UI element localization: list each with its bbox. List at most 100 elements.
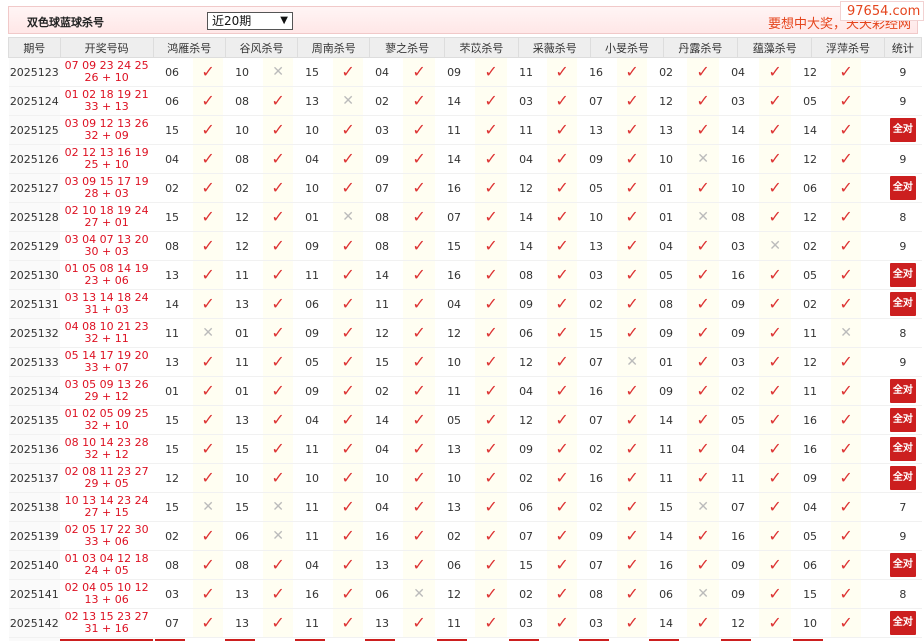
table-row: 2025142 02 13 15 23 27 31 + 16 07 ✓ 13 ✓ 11 ✓ 13 ✓… <box>8 608 922 638</box>
check-icon: ✓ <box>547 551 578 579</box>
kill-number: 15 <box>235 442 250 456</box>
check-icon: ✓ <box>547 464 578 492</box>
kill-number: 16 <box>659 558 674 572</box>
kill-number: 09 <box>375 152 390 166</box>
kill-number: 07 <box>589 94 604 108</box>
period-range-select[interactable]: 近20期 ▼ <box>207 12 293 30</box>
cross-icon: ✕ <box>263 522 294 550</box>
kill-cell: 12 ✓ <box>719 609 792 637</box>
check-icon: ✓ <box>475 87 508 115</box>
draw-cell: 01 02 05 09 25 32 + 10 <box>60 405 154 435</box>
check-icon: ✓ <box>687 87 720 115</box>
kill-cell: 13 ✕ <box>293 87 364 115</box>
kill-cell: 04 ✓ <box>293 406 364 434</box>
kill-cell: 10 ✓ <box>363 464 436 492</box>
check-icon: ✓ <box>617 145 648 173</box>
stat-cell: 9 <box>884 57 922 87</box>
check-icon: ✓ <box>475 551 508 579</box>
draw-tail-numbers: 32 + 12 <box>84 448 129 461</box>
kill-cell: 08 ✓ <box>507 261 578 289</box>
kill-cell: 15 ✓ <box>363 348 436 376</box>
kill-number: 09 <box>305 326 320 340</box>
check-icon: ✓ <box>193 551 224 579</box>
table-header-row: 期号 开奖号码 鸿雁杀号 谷风杀号 周南杀号 蓼之杀号 芣苡杀号 采薇杀号 小旻… <box>8 37 923 58</box>
draw-tail-numbers: 31 + 03 <box>84 303 129 316</box>
kill-cell: 10 ✓ <box>791 609 862 637</box>
check-icon: ✓ <box>547 232 578 260</box>
check-icon: ✓ <box>263 348 294 376</box>
check-icon: ✓ <box>475 145 508 173</box>
check-icon: ✓ <box>687 261 720 289</box>
kill-number: 03 <box>589 616 604 630</box>
check-icon: ✓ <box>547 58 578 86</box>
kill-cell: 12 ✓ <box>791 145 862 173</box>
draw-tail-numbers: 23 + 06 <box>84 274 129 287</box>
check-icon: ✓ <box>759 609 792 637</box>
check-icon: ✓ <box>547 377 578 405</box>
all-correct-badge: 全对 <box>889 118 916 142</box>
kill-number: 08 <box>589 587 604 601</box>
kill-number: 15 <box>659 500 674 514</box>
kill-cell: 05 ✓ <box>293 348 364 376</box>
check-icon: ✓ <box>263 551 294 579</box>
kill-number: 13 <box>235 616 250 630</box>
period-cell: 2025139 <box>8 521 61 551</box>
draw-cell: 01 05 08 14 19 23 + 06 <box>60 260 154 290</box>
kill-cell: 13 ✓ <box>223 609 294 637</box>
check-icon: ✓ <box>333 348 364 376</box>
check-icon: ✓ <box>687 58 720 86</box>
kills-span: 01 ✓ 01 ✓ 09 ✓ 02 ✓ 11 ✓ 04 ✓ 16 ✓ 09 ✓ 02 ✓ 11 ✓ <box>153 376 885 406</box>
kill-number: 14 <box>659 616 674 630</box>
check-icon: ✓ <box>403 261 436 289</box>
kill-cell: 12 ✓ <box>647 87 720 115</box>
check-icon: ✓ <box>403 58 436 86</box>
kill-cell: 16 ✓ <box>719 145 792 173</box>
kill-cell: 14 ✓ <box>647 406 720 434</box>
kill-number: 12 <box>519 181 534 195</box>
draw-cell: 02 05 17 22 30 33 + 06 <box>60 521 154 551</box>
period-cell: 2025142 <box>8 608 61 638</box>
kill-number: 12 <box>235 239 250 253</box>
kill-number: 14 <box>447 152 462 166</box>
check-icon: ✓ <box>193 203 224 231</box>
kill-cell: 11 ✓ <box>435 377 508 405</box>
check-icon: ✓ <box>687 551 720 579</box>
kill-cell: 12 ✓ <box>223 203 294 231</box>
kill-number: 13 <box>589 239 604 253</box>
draw-cell: 03 09 15 17 19 28 + 03 <box>60 173 154 203</box>
kill-cell: 05 ✓ <box>791 522 862 550</box>
check-icon: ✓ <box>759 493 792 521</box>
check-icon: ✓ <box>333 522 364 550</box>
kills-span: 04 ✓ 08 ✓ 04 ✓ 09 ✓ 14 ✓ 04 ✓ 09 ✓ 10 ✕ 16 ✓ 12 ✓ <box>153 144 885 174</box>
kill-cell: 13 ✓ <box>153 261 224 289</box>
kill-number: 16 <box>803 442 818 456</box>
all-correct-badge: 全对 <box>889 611 916 635</box>
kill-number: 02 <box>519 471 534 485</box>
kill-number: 09 <box>589 152 604 166</box>
kill-number: 11 <box>305 616 320 630</box>
kill-number: 05 <box>447 413 462 427</box>
check-icon: ✓ <box>759 377 792 405</box>
kills-span: 03 ✓ 13 ✓ 16 ✓ 06 ✕ 12 ✓ 02 ✓ 08 ✓ 06 ✕ 09 ✓ 15 ✓ <box>153 579 885 609</box>
check-icon: ✓ <box>687 406 720 434</box>
stat-cell: 9 <box>884 144 922 174</box>
kill-number: 14 <box>375 413 390 427</box>
kill-number: 10 <box>235 471 250 485</box>
period-cell: 2025137 <box>8 463 61 493</box>
kill-cell: 12 ✓ <box>435 580 508 608</box>
kill-number: 14 <box>375 268 390 282</box>
kill-cell: 08 ✓ <box>719 203 792 231</box>
draw-cell: 03 13 14 18 24 31 + 03 <box>60 289 154 319</box>
kill-number: 06 <box>659 587 674 601</box>
kill-number: 02 <box>589 500 604 514</box>
kill-cell: 06 ✕ <box>223 522 294 550</box>
kill-number: 12 <box>165 471 180 485</box>
draw-tail-numbers: 24 + 05 <box>84 564 129 577</box>
draw-tail-numbers: 32 + 11 <box>84 332 129 345</box>
kill-cell: 09 ✓ <box>507 435 578 463</box>
kill-number: 04 <box>803 500 818 514</box>
draw-cell: 01 03 04 12 18 24 + 05 <box>60 550 154 580</box>
check-icon: ✓ <box>759 522 792 550</box>
check-icon: ✓ <box>831 580 862 608</box>
kill-cell: 13 ✓ <box>577 232 648 260</box>
